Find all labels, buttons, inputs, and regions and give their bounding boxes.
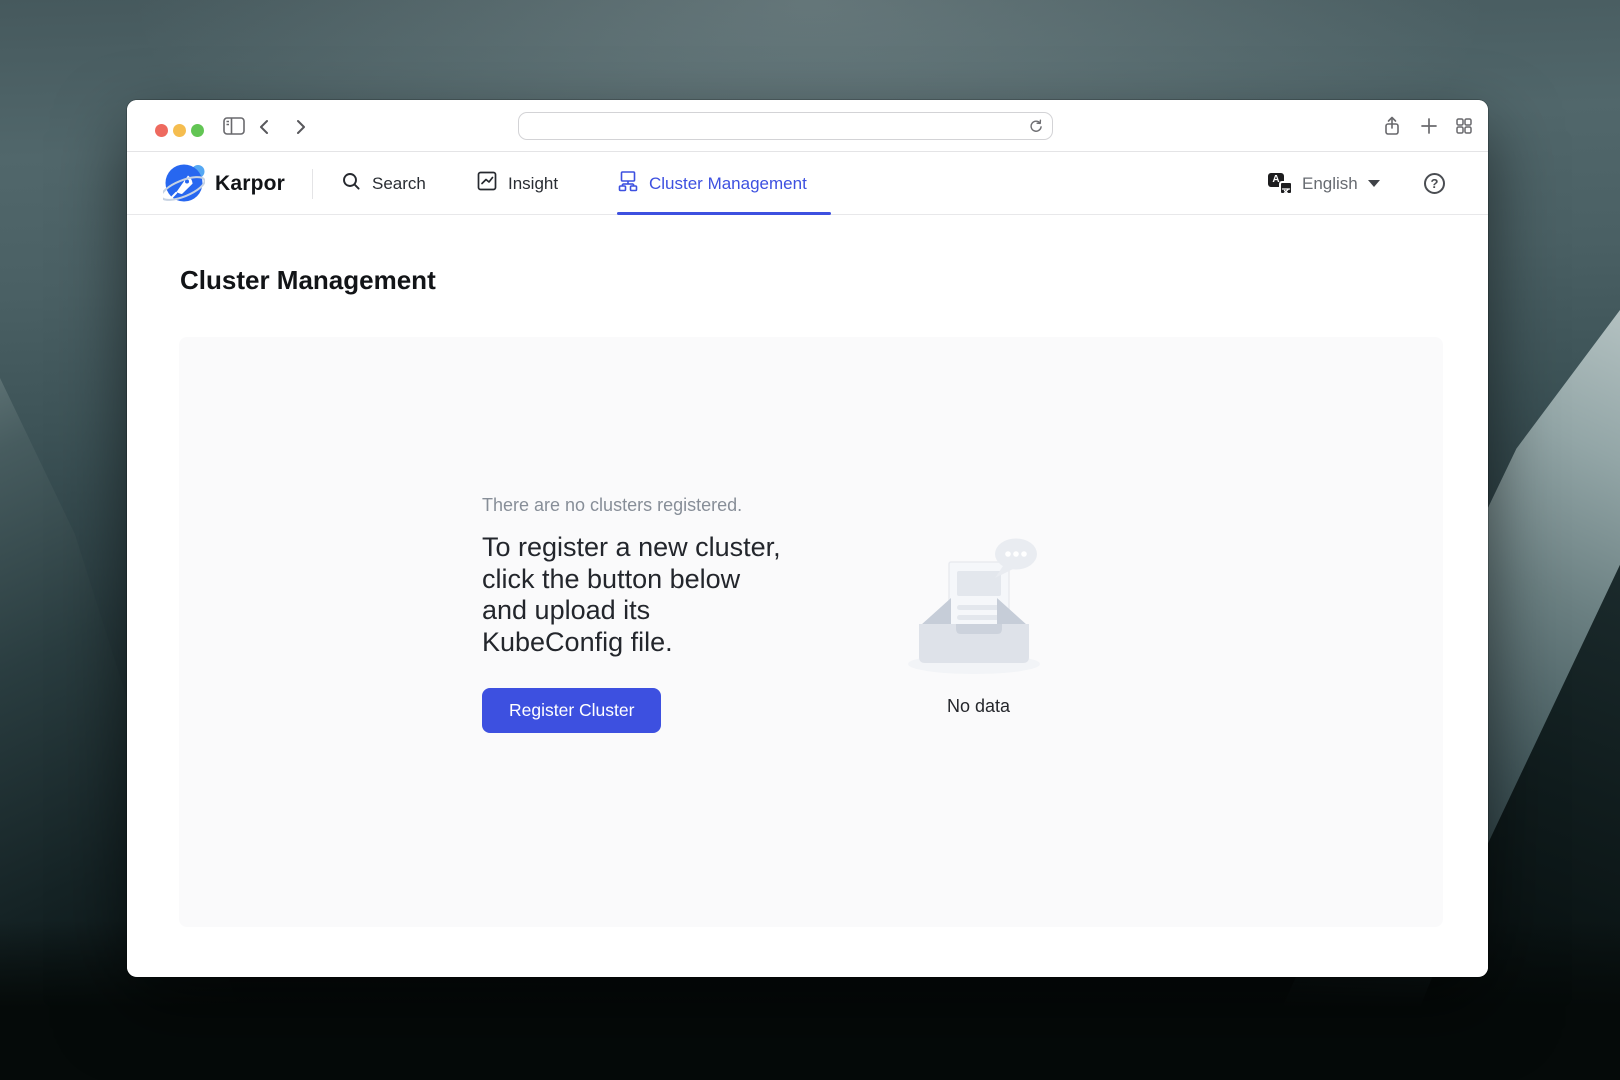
empty-line-3: and upload its bbox=[482, 595, 651, 625]
karpor-logo[interactable] bbox=[160, 162, 206, 204]
nav-divider bbox=[312, 169, 313, 199]
empty-subtitle: There are no clusters registered. bbox=[482, 495, 743, 515]
browser-toolbar bbox=[127, 100, 1488, 152]
reload-icon[interactable] bbox=[1027, 118, 1044, 140]
cluster-topology-icon bbox=[617, 170, 639, 197]
language-selector[interactable]: A English bbox=[1268, 152, 1380, 215]
tab-search-label: Search bbox=[372, 173, 426, 193]
no-data-illustration: No data bbox=[891, 527, 1066, 717]
insight-chart-icon bbox=[476, 170, 498, 197]
tab-insight-label: Insight bbox=[508, 173, 559, 193]
tab-search[interactable]: Search bbox=[340, 152, 426, 215]
tab-overview-icon[interactable] bbox=[1453, 115, 1475, 142]
empty-box-icon bbox=[907, 538, 1040, 674]
close-window-button[interactable] bbox=[155, 124, 168, 137]
cluster-management-page: Cluster Management There are no clusters… bbox=[127, 215, 1488, 976]
new-tab-icon[interactable] bbox=[1418, 115, 1440, 142]
empty-line-2: click the button below bbox=[482, 563, 741, 594]
tab-cluster-management[interactable]: Cluster Management bbox=[617, 152, 807, 215]
brand-name[interactable]: Karpor bbox=[215, 152, 285, 215]
address-bar[interactable] bbox=[518, 112, 1053, 140]
browser-window: Karpor Search Insight Cluster Management… bbox=[127, 100, 1488, 977]
chevron-down-icon bbox=[1367, 180, 1380, 187]
share-icon[interactable] bbox=[1381, 115, 1403, 142]
address-input[interactable] bbox=[519, 113, 1052, 139]
sidebar-toggle-icon[interactable] bbox=[222, 115, 246, 142]
zoom-window-button[interactable] bbox=[191, 124, 204, 137]
app-navbar: Karpor Search Insight Cluster Management… bbox=[127, 152, 1488, 215]
language-label: English bbox=[1302, 173, 1358, 193]
tab-insight[interactable]: Insight bbox=[476, 152, 558, 215]
empty-line-1: To register a new cluster, bbox=[482, 532, 781, 562]
empty-state-text: There are no clusters registered. To reg… bbox=[482, 495, 952, 733]
back-icon[interactable] bbox=[258, 119, 270, 140]
empty-line-4: KubeConfig file. bbox=[482, 626, 673, 657]
empty-state-card: There are no clusters registered. To reg… bbox=[179, 337, 1443, 927]
page-title: Cluster Management bbox=[180, 265, 436, 295]
translate-icon: A bbox=[1268, 171, 1294, 197]
register-cluster-button[interactable]: Register Cluster bbox=[482, 688, 662, 733]
help-icon[interactable]: ? bbox=[1424, 173, 1445, 194]
search-icon bbox=[340, 170, 362, 197]
no-data-label: No data bbox=[946, 696, 1011, 716]
tab-cluster-label: Cluster Management bbox=[649, 173, 807, 193]
forward-icon[interactable] bbox=[295, 119, 307, 140]
minimize-window-button[interactable] bbox=[173, 124, 186, 137]
